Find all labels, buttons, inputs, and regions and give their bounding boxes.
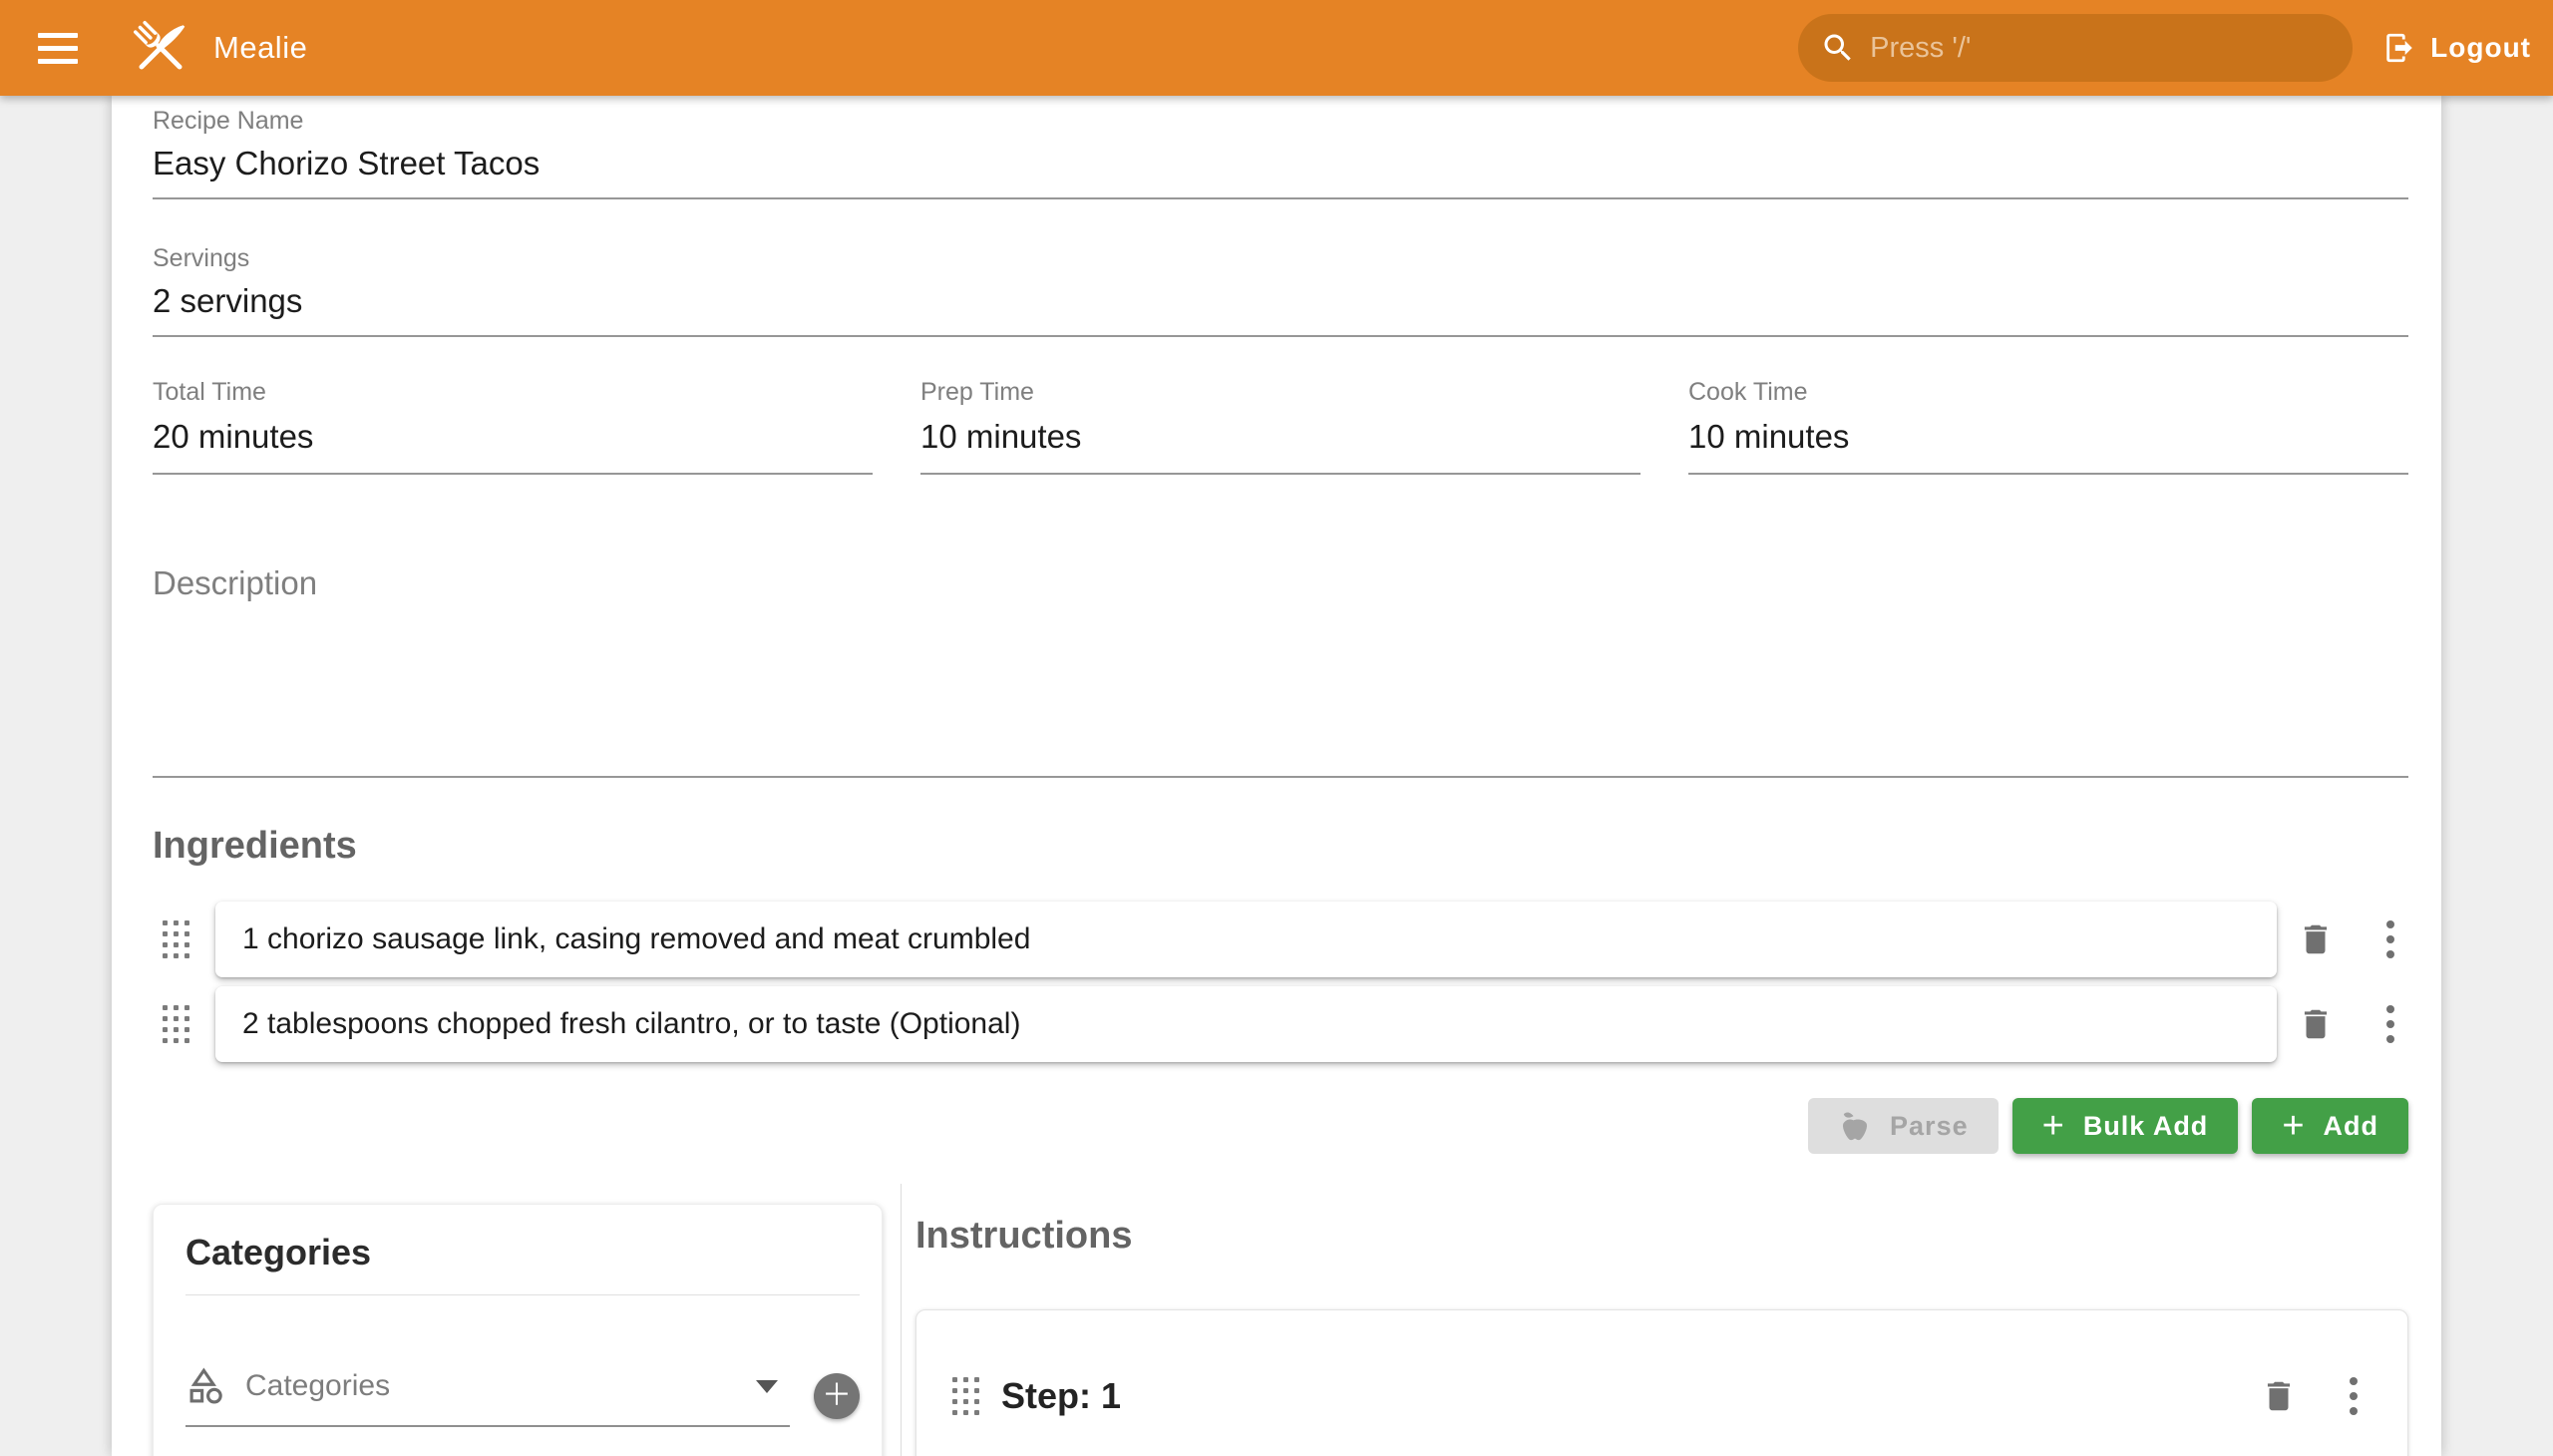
step-menu-icon[interactable] <box>2336 1377 2371 1415</box>
ingredient-menu-icon[interactable] <box>2372 920 2408 958</box>
drag-handle-icon[interactable] <box>163 1005 189 1043</box>
categories-select[interactable]: Categories <box>185 1365 790 1427</box>
ingredient-input[interactable]: 1 chorizo sausage link, casing removed a… <box>215 902 2277 977</box>
plus-icon: + <box>2282 1107 2305 1145</box>
logout-button[interactable]: Logout <box>2382 31 2531 65</box>
instructions-heading: Instructions <box>915 1214 2408 1258</box>
trash-icon <box>2260 1377 2298 1415</box>
drag-handle-icon[interactable] <box>952 1377 979 1415</box>
add-label: Add <box>2324 1111 2378 1142</box>
drag-handle-icon[interactable] <box>163 920 189 958</box>
search-icon <box>1820 30 1856 66</box>
cook-time-field[interactable]: Cook Time 10 minutes <box>1688 377 2408 475</box>
logout-icon <box>2382 31 2416 65</box>
ingredient-actions: Parse + Bulk Add + Add <box>153 1098 2408 1154</box>
parse-label: Parse <box>1890 1111 1969 1142</box>
prep-time-value[interactable]: 10 minutes <box>920 415 1641 473</box>
delete-ingredient-button[interactable] <box>2297 1005 2335 1043</box>
recipe-name-value[interactable]: Easy Chorizo Street Tacos <box>153 142 2408 197</box>
apple-icon <box>1838 1109 1872 1143</box>
trash-icon <box>2297 920 2335 958</box>
ingredient-row: 1 chorizo sausage link, casing removed a… <box>153 902 2408 977</box>
recipe-name-field[interactable]: Recipe Name Easy Chorizo Street Tacos <box>153 96 2408 199</box>
recipe-sheet: Recipe Name Easy Chorizo Street Tacos Se… <box>112 96 2441 1456</box>
total-time-field[interactable]: Total Time 20 minutes <box>153 377 873 475</box>
delete-step-button[interactable] <box>2260 1377 2298 1415</box>
search-input[interactable] <box>1870 32 2331 65</box>
servings-value[interactable]: 2 servings <box>153 279 2408 335</box>
plus-icon: ＋ <box>822 1373 852 1419</box>
chevron-down-icon[interactable] <box>756 1380 778 1393</box>
prep-time-field[interactable]: Prep Time 10 minutes <box>920 377 1641 475</box>
add-button[interactable]: + Add <box>2252 1098 2408 1154</box>
ingredient-menu-icon[interactable] <box>2372 1005 2408 1043</box>
recipe-name-label: Recipe Name <box>153 106 2408 136</box>
times-row: Total Time 20 minutes Prep Time 10 minut… <box>153 377 2408 475</box>
categories-card-title: Categories <box>185 1231 860 1274</box>
ingredients-heading: Ingredients <box>153 824 2408 868</box>
bulk-add-button[interactable]: + Bulk Add <box>2012 1098 2239 1154</box>
trash-icon <box>2297 1005 2335 1043</box>
search-bar[interactable] <box>1798 14 2353 82</box>
cook-time-value[interactable]: 10 minutes <box>1688 415 2408 473</box>
total-time-value[interactable]: 20 minutes <box>153 415 873 473</box>
categories-card: Categories Categories <box>153 1204 883 1456</box>
divider <box>185 1294 860 1295</box>
description-value[interactable] <box>153 604 2408 776</box>
categories-column: Categories Categories <box>153 1184 883 1456</box>
step-title: Step: 1 <box>1001 1368 1121 1424</box>
description-field[interactable]: Description <box>153 562 2408 778</box>
ingredients-list: 1 chorizo sausage link, casing removed a… <box>153 902 2408 1062</box>
servings-field[interactable]: Servings 2 servings <box>153 243 2408 337</box>
step-card: Step: 1 Combine crumbled chorizo and chi… <box>915 1309 2408 1456</box>
menu-icon[interactable] <box>38 24 86 72</box>
logout-label: Logout <box>2430 32 2531 64</box>
servings-label: Servings <box>153 243 2408 273</box>
cook-time-label: Cook Time <box>1688 377 2408 407</box>
bottom-columns: Categories Categories <box>153 1184 2408 1456</box>
bulk-add-label: Bulk Add <box>2083 1111 2209 1142</box>
column-divider <box>901 1184 902 1456</box>
total-time-label: Total Time <box>153 377 873 407</box>
ingredient-row: 2 tablespoons chopped fresh cilantro, or… <box>153 986 2408 1062</box>
app-bar: Mealie Logout <box>0 0 2553 96</box>
instructions-column: Instructions Step: 1 <box>915 1184 2408 1456</box>
categories-select-label: Categories <box>245 1369 390 1403</box>
description-label: Description <box>153 562 2408 604</box>
app-title: Mealie <box>213 30 307 66</box>
delete-ingredient-button[interactable] <box>2297 920 2335 958</box>
add-category-button[interactable]: ＋ <box>814 1373 860 1419</box>
plus-icon: + <box>2042 1107 2065 1145</box>
shapes-icon <box>185 1365 227 1407</box>
ingredient-input[interactable]: 2 tablespoons chopped fresh cilantro, or… <box>215 986 2277 1062</box>
mealie-logo-icon <box>126 13 195 83</box>
recipe-editor-page: Mealie Logout Recipe Name Easy Chorizo S… <box>0 0 2553 1456</box>
parse-button[interactable]: Parse <box>1808 1098 1999 1154</box>
prep-time-label: Prep Time <box>920 377 1641 407</box>
